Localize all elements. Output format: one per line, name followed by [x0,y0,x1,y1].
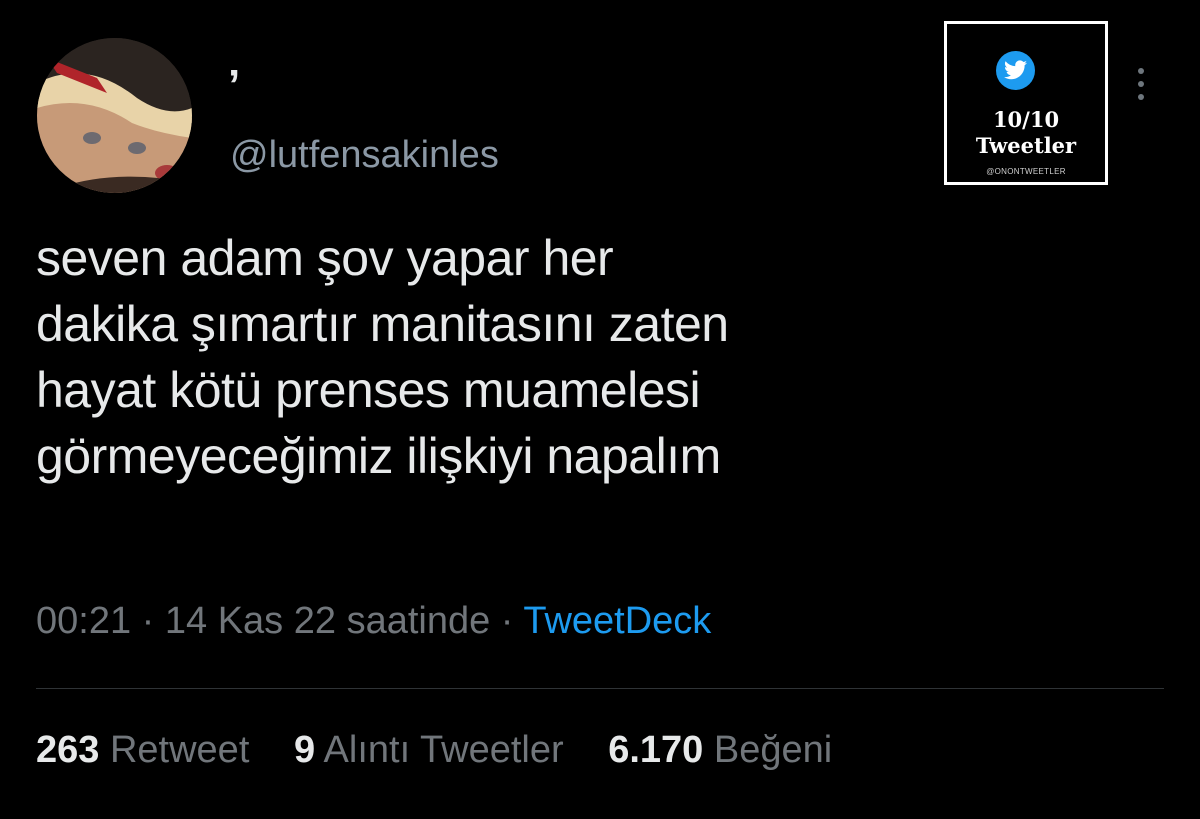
meta-separator: · [141,600,155,642]
badge-number: 10/10 [992,107,1060,132]
tweet-text: seven adam şov yapar her dakika şımartır… [36,230,729,484]
more-options-icon[interactable] [1130,64,1152,104]
retweet-count-link[interactable]: 263 Retweet [36,729,260,771]
meta-separator: · [500,600,514,642]
stat-count: 6.170 [608,729,704,771]
divider [36,688,1164,689]
tweet-source-link[interactable]: TweetDeck [523,600,711,642]
stat-count: 9 [293,729,316,771]
avatar-image [37,38,192,193]
quote-tweets-link[interactable]: 9 Alıntı Tweetler [294,729,574,771]
badge-title: Tweetler [975,133,1077,158]
likes-count-link[interactable]: 6.170 Beğeni [608,729,832,771]
tweet-metadata: 00:21 · 14 Kas 22 saatinde · TweetDeck [36,596,711,646]
stat-label: Beğeni [713,729,833,771]
badge-credit: @ONONTWEETLER [986,167,1066,176]
user-handle[interactable]: @lutfensakinles [230,133,499,177]
tweet-time[interactable]: 00:21 [36,600,131,642]
stat-label: Retweet [109,729,250,771]
stat-label: Alıntı Tweetler [323,729,564,771]
tweet-stats: 263 Retweet 9 Alıntı Tweetler 6.170 Beğe… [36,725,866,775]
twitter-bird-icon [996,51,1035,90]
stat-count: 263 [36,729,100,771]
tweet-date[interactable]: 14 Kas 22 saatinde [165,600,490,642]
watermark-badge: 10/10 Tweetler @ONONTWEETLER [944,21,1108,185]
display-name[interactable]: ’ [228,64,240,108]
avatar[interactable] [37,38,192,193]
